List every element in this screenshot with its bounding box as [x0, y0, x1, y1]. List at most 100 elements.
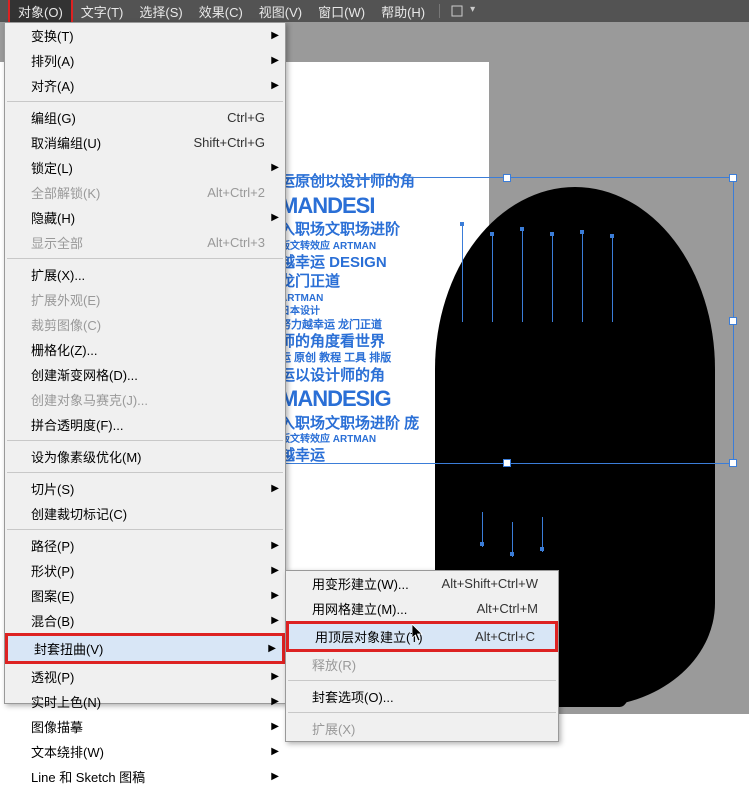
menu-item-label: 封套扭曲(V): [34, 639, 103, 658]
submenu-arrow-icon: ▶: [271, 590, 279, 601]
submenu-arrow-icon: ▶: [271, 721, 279, 732]
menu-item[interactable]: 编组(G) Ctrl+G: [5, 105, 285, 130]
menu-item-label: 实时上色(N): [31, 692, 101, 711]
menu-item-shortcut: Shift+Ctrl+G: [193, 135, 265, 150]
menu-item[interactable]: 实时上色(N) ▶: [5, 689, 285, 714]
menu-item-label: 混合(B): [31, 611, 74, 630]
menu-separator: [288, 680, 556, 681]
menu-item[interactable]: 拼合透明度(F)...: [5, 412, 285, 437]
menu-item: 创建对象马赛克(J)...: [5, 387, 285, 412]
menu-item-label: 创建对象马赛克(J)...: [31, 390, 148, 409]
menu-item[interactable]: 封套选项(O)...: [286, 684, 558, 709]
menu-item: 全部解锁(K)Alt+Ctrl+2: [5, 180, 285, 205]
menu-item[interactable]: 锁定(L) ▶: [5, 155, 285, 180]
menu-separator: [7, 440, 283, 441]
menu-item[interactable]: 形状(P) ▶: [5, 558, 285, 583]
menu-item[interactable]: 变换(T)▶: [5, 23, 285, 48]
menu-item[interactable]: 隐藏(H)▶: [5, 205, 285, 230]
menu-item-label: 拼合透明度(F)...: [31, 415, 123, 434]
menu-item-label: 扩展(X): [312, 719, 355, 738]
menu-item[interactable]: 路径(P)▶: [5, 533, 285, 558]
menu-item-label: 文本绕排(W): [31, 742, 104, 761]
submenu-arrow-icon: ▶: [271, 212, 279, 223]
submenu-arrow-icon: ▶: [271, 615, 279, 626]
selection-bounding-box[interactable]: [280, 177, 734, 464]
menu-item[interactable]: 透视(P)▶: [5, 664, 285, 689]
menu-item-label: 裁剪图像(C): [31, 315, 101, 334]
menubar-separator: [439, 4, 440, 18]
menu-item[interactable]: 封套扭曲(V) ▶: [5, 633, 285, 664]
menu-item-label: 封套选项(O)...: [312, 687, 394, 706]
menu-item-label: 变换(T): [31, 26, 74, 45]
menu-item[interactable]: 栅格化(Z)...: [5, 337, 285, 362]
menu-item-label: 取消编组(U): [31, 133, 101, 152]
menu-item: 扩展外观(E): [5, 287, 285, 312]
menu-item-label: 创建渐变网格(D)...: [31, 365, 138, 384]
menu-type[interactable]: 文字(T): [73, 0, 132, 23]
menu-item-shortcut: Alt+Shift+Ctrl+W: [442, 576, 538, 591]
menu-item: 释放(R): [286, 652, 558, 677]
menu-item[interactable]: 切片(S)▶: [5, 476, 285, 501]
menu-view[interactable]: 视图(V): [251, 0, 310, 23]
menu-item-label: 锁定(L): [31, 158, 73, 177]
menu-item-label: 切片(S): [31, 479, 74, 498]
menu-item-shortcut: Ctrl+G: [227, 110, 265, 125]
menu-item-shortcut: Alt+Ctrl+C: [475, 629, 535, 644]
menu-item[interactable]: 设为像素级优化(M): [5, 444, 285, 469]
menu-separator: [7, 529, 283, 530]
menu-item-label: Line 和 Sketch 图稿: [31, 767, 145, 786]
menu-item: 裁剪图像(C): [5, 312, 285, 337]
menu-item-label: 排列(A): [31, 51, 74, 70]
object-dropdown-menu: 变换(T)▶排列(A)▶对齐(A)▶编组(G)Ctrl+G取消编组(U)Shif…: [4, 22, 286, 704]
envelope-distort-submenu: 用变形建立(W)... Alt+Shift+Ctrl+W 用网格建立(M)... Al…: [285, 570, 559, 742]
menu-item[interactable]: 用网格建立(M)... Alt+Ctrl+M: [286, 596, 558, 621]
menu-effect[interactable]: 效果(C): [191, 0, 251, 23]
menu-item-label: 显示全部: [31, 233, 83, 252]
menu-separator: [288, 712, 556, 713]
menu-item: 显示全部 Alt+Ctrl+3: [5, 230, 285, 255]
menu-item[interactable]: 创建裁切标记(C): [5, 501, 285, 526]
menu-item[interactable]: 取消编组(U) Shift+Ctrl+G: [5, 130, 285, 155]
menu-object[interactable]: 对象(O): [8, 0, 73, 25]
menu-item-label: 图案(E): [31, 586, 74, 605]
submenu-arrow-icon: ▶: [268, 643, 276, 654]
menu-item-label: 用变形建立(W)...: [312, 574, 409, 593]
menu-item-shortcut: Alt+Ctrl+M: [477, 601, 538, 616]
menu-item-label: 扩展(X)...: [31, 265, 85, 284]
menu-select[interactable]: 选择(S): [131, 0, 190, 23]
menu-item-label: 形状(P): [31, 561, 74, 580]
submenu-arrow-icon: ▶: [271, 671, 279, 682]
doc-setup-icon[interactable]: [450, 4, 464, 18]
submenu-arrow-icon: ▶: [271, 80, 279, 91]
dropdown-icon[interactable]: ▾: [470, 4, 475, 18]
submenu-arrow-icon: ▶: [271, 162, 279, 173]
menu-item-label: 扩展外观(E): [31, 290, 100, 309]
menu-item[interactable]: 排列(A) ▶: [5, 48, 285, 73]
menu-item-label: 用网格建立(M)...: [312, 599, 407, 618]
menu-item[interactable]: 创建渐变网格(D)...: [5, 362, 285, 387]
menu-item-label: 创建裁切标记(C): [31, 504, 127, 523]
menu-item[interactable]: 图像描摹 ▶: [5, 714, 285, 739]
menu-item[interactable]: 扩展(X)...: [5, 262, 285, 287]
menu-item[interactable]: 对齐(A)▶: [5, 73, 285, 98]
submenu-arrow-icon: ▶: [271, 565, 279, 576]
menu-window[interactable]: 窗口(W): [310, 0, 373, 23]
submenu-arrow-icon: ▶: [271, 540, 279, 551]
menu-item[interactable]: 图案(E) ▶: [5, 583, 285, 608]
menu-item: 扩展(X): [286, 716, 558, 741]
menu-item[interactable]: 混合(B) ▶: [5, 608, 285, 633]
menu-item-shortcut: Alt+Ctrl+3: [207, 235, 265, 250]
menu-item[interactable]: Line 和 Sketch 图稿▶: [5, 764, 285, 789]
menu-separator: [7, 101, 283, 102]
menu-separator: [7, 472, 283, 473]
menu-item[interactable]: 用变形建立(W)... Alt+Shift+Ctrl+W: [286, 571, 558, 596]
submenu-arrow-icon: ▶: [271, 55, 279, 66]
menu-item[interactable]: 文本绕排(W)▶: [5, 739, 285, 764]
menu-item-label: 图像描摹: [31, 717, 83, 736]
menu-help[interactable]: 帮助(H): [373, 0, 433, 23]
menu-item[interactable]: 用顶层对象建立(T)Alt+Ctrl+C: [286, 621, 558, 652]
menu-item-label: 编组(G): [31, 108, 76, 127]
menu-item-label: 释放(R): [312, 655, 356, 674]
menu-item-label: 设为像素级优化(M): [31, 447, 142, 466]
submenu-arrow-icon: ▶: [271, 696, 279, 707]
